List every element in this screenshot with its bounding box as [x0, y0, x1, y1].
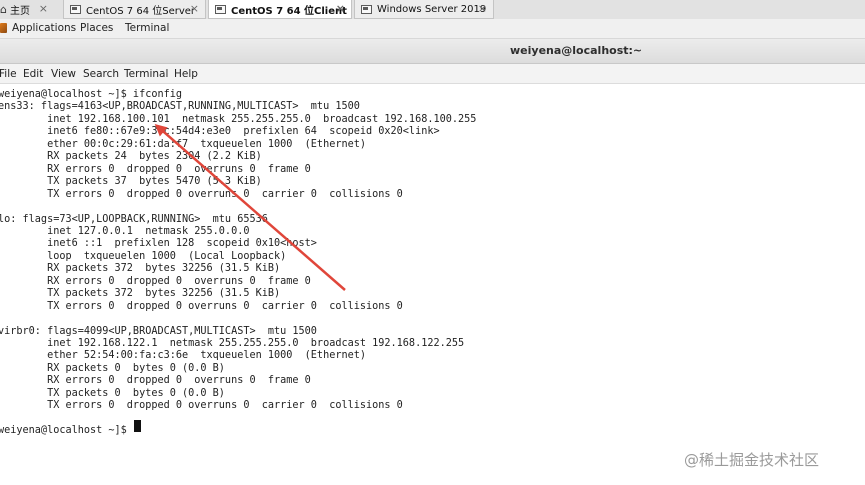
close-icon[interactable]: × [190, 2, 199, 15]
menu-view[interactable]: View [51, 68, 76, 80]
applications-icon [0, 23, 7, 33]
close-icon[interactable]: × [39, 2, 48, 15]
tab-home[interactable]: ⌂ 主页 × [0, 0, 58, 19]
window-title-bar[interactable]: weiyena@localhost:~ [0, 39, 865, 64]
vm-tab-strip: ⌂ 主页 × CentOS 7 64 位Server × CentOS 7 64… [0, 0, 865, 20]
close-icon[interactable]: × [336, 2, 345, 15]
vm-icon [215, 4, 226, 14]
tab-centos-server[interactable]: CentOS 7 64 位Server × [63, 0, 206, 19]
arrow-line [154, 124, 346, 291]
tab-label: 主页 [9, 6, 30, 17]
menu-search[interactable]: Search [83, 68, 119, 80]
terminal-output[interactable]: weiyena@localhost ~]$ ifconfig ens33: fla… [0, 84, 865, 485]
menu-help[interactable]: Help [174, 68, 198, 80]
menu-terminal[interactable]: Terminal [124, 68, 168, 80]
tab-label: Windows Server 2019 [377, 3, 487, 15]
home-icon: ⌂ [0, 3, 7, 16]
vm-icon [361, 4, 372, 14]
tab-windows-server[interactable]: Windows Server 2019 × [354, 0, 494, 19]
tab-centos-client[interactable]: CentOS 7 64 位Client × [208, 0, 352, 19]
places-menu[interactable]: Places [80, 22, 113, 34]
menu-bar: File Edit View Search Terminal Help [0, 64, 865, 84]
window-title: weiyena@localhost:~ [510, 44, 643, 57]
menu-file[interactable]: File [0, 68, 17, 80]
red-arrow-annotation [154, 124, 346, 291]
applications-menu[interactable]: Applications [12, 22, 76, 34]
menu-edit[interactable]: Edit [23, 68, 43, 80]
tab-label: CentOS 7 64 位Client [231, 5, 347, 17]
tab-label: CentOS 7 64 位Server [86, 5, 196, 17]
terminal-app-menu[interactable]: Terminal [125, 22, 169, 34]
vm-icon [70, 4, 81, 14]
watermark: @稀土掘金技术社区 [684, 451, 820, 469]
gnome-top-bar: Applications Places Terminal [0, 19, 865, 39]
close-icon[interactable]: × [478, 2, 487, 15]
